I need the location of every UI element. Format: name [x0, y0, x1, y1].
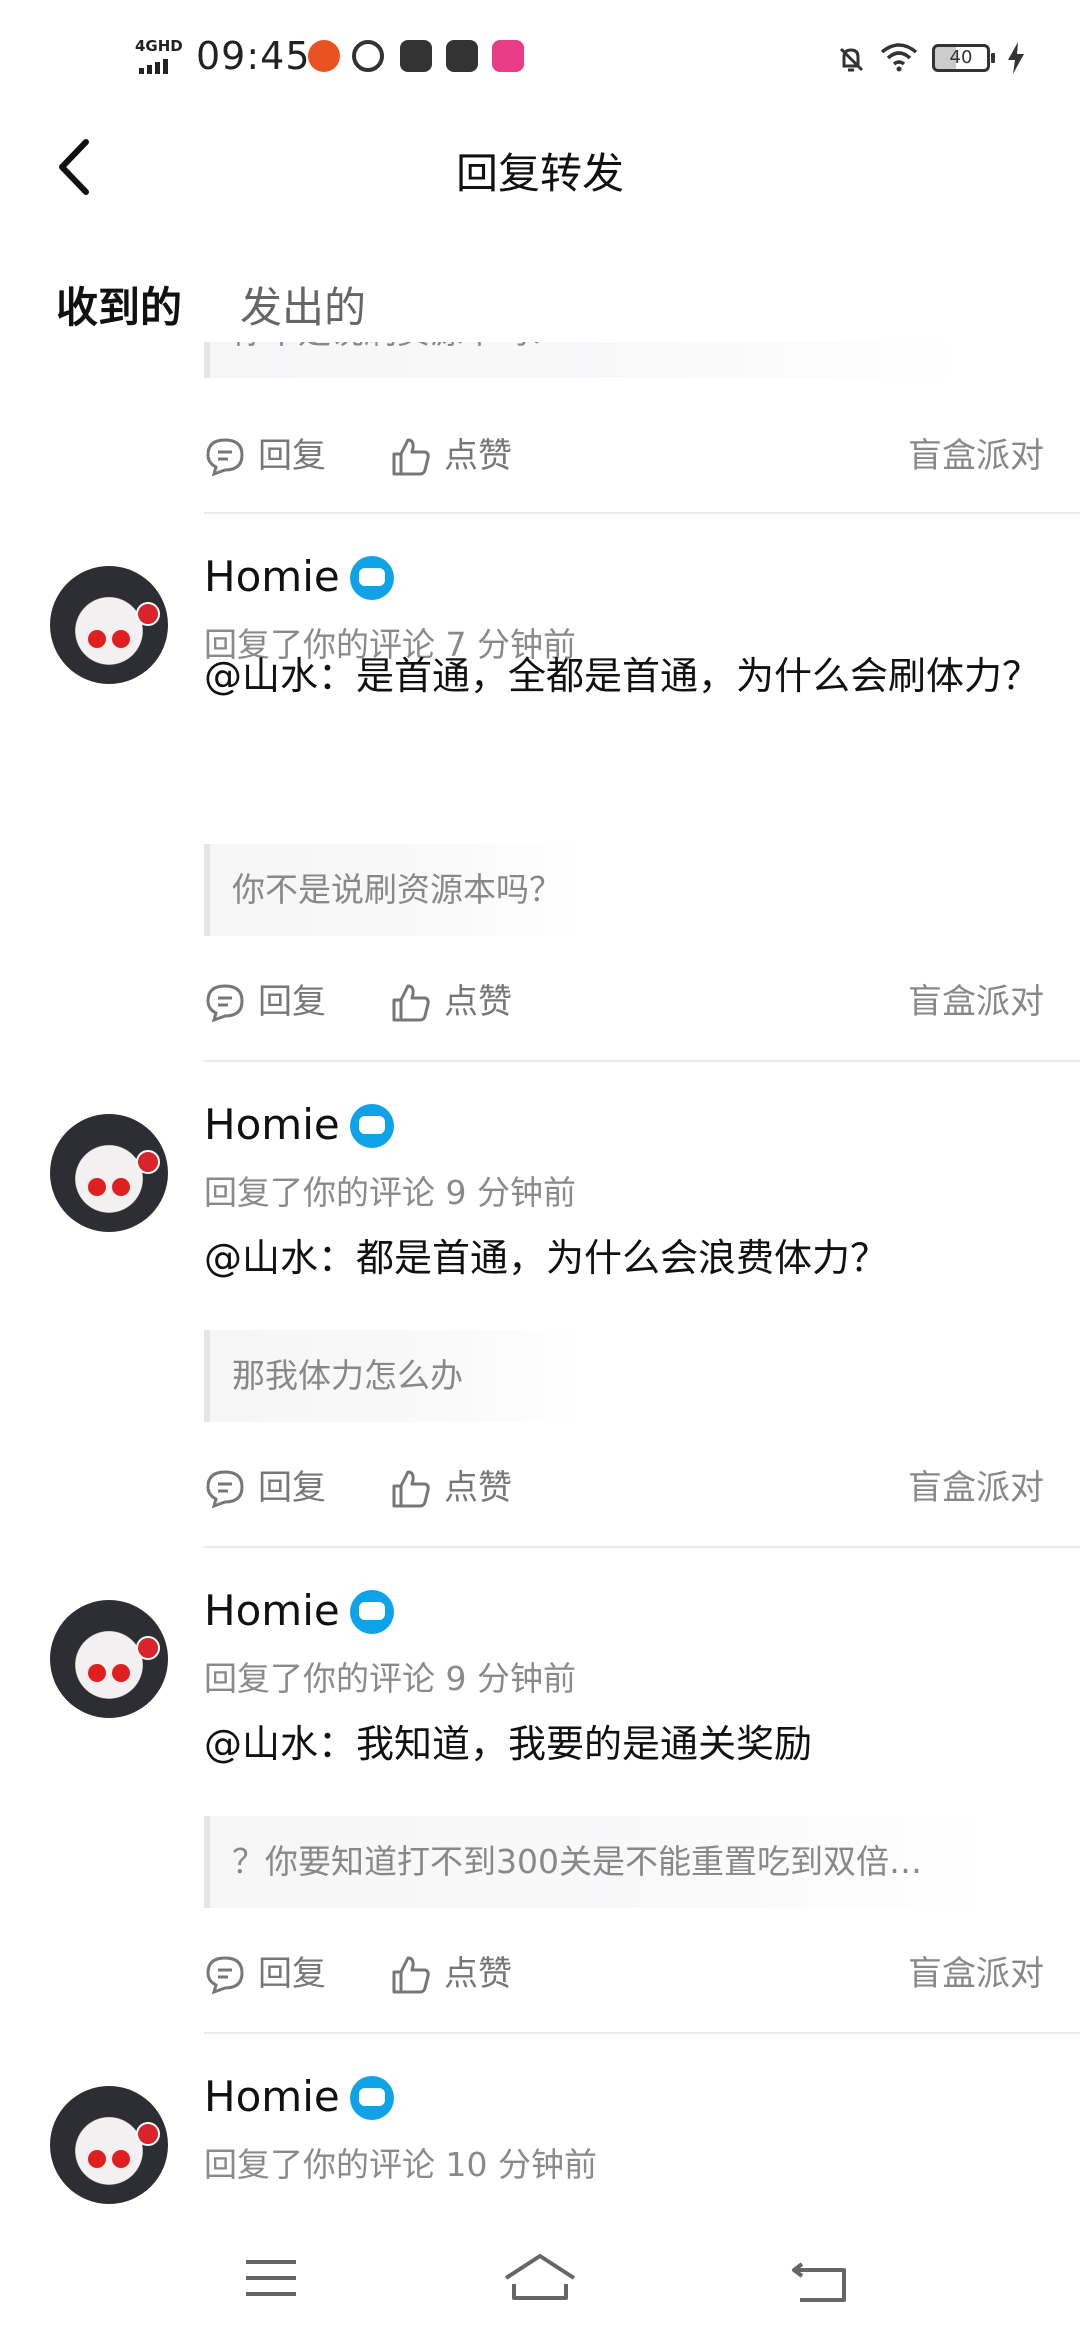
network-indicator: 4GHD: [135, 38, 183, 74]
like-button[interactable]: 点赞: [390, 1458, 530, 1518]
tab-bar: 收到的 发出的: [0, 262, 1080, 342]
battery-indicator: 40: [932, 44, 995, 72]
reply-meta: 回复了你的评论 9 分钟前: [204, 1173, 576, 1212]
mute-bell-icon: [839, 47, 864, 72]
thumbs-up-icon: [392, 1956, 430, 1994]
home-icon: [504, 2254, 576, 2300]
like-label: 点赞: [444, 1954, 512, 1994]
app-notification-icon: [308, 40, 340, 72]
like-label: 点赞: [444, 436, 512, 476]
menu-icon: [246, 2260, 296, 2296]
app-notification-icon: [352, 40, 384, 72]
comment-icon: [206, 438, 244, 477]
return-icon: [792, 2262, 846, 2302]
status-bar: 4GHD 09:45 40: [0, 0, 1080, 110]
game-badge-icon: [350, 1104, 394, 1148]
source-link[interactable]: 盲盒派对: [908, 1458, 1044, 1518]
like-button[interactable]: 点赞: [390, 426, 530, 486]
like-button[interactable]: 点赞: [390, 972, 530, 1032]
quoted-comment[interactable]: 你不是说刷资源本吗？: [204, 342, 964, 378]
source-link[interactable]: 盲盒派对: [908, 426, 1044, 486]
reply-feed[interactable]: 你不是说刷资源本吗？ 回复 点赞 盲盒派对 Homie 回复了你的评论 7 分钟…: [0, 342, 1080, 2222]
thumbs-up-icon: [392, 984, 430, 1022]
avatar[interactable]: [50, 566, 168, 684]
reply-item-partial: 你不是说刷资源本吗？ 回复 点赞 盲盒派对: [0, 342, 1080, 514]
system-status: 40: [820, 40, 1080, 74]
action-row: 回复 点赞 盲盒派对: [204, 972, 1044, 1032]
action-row: 回复 点赞 盲盒派对: [204, 426, 1044, 486]
menu-button[interactable]: [232, 2244, 312, 2314]
game-badge-icon: [350, 1590, 394, 1634]
reply-button[interactable]: 回复: [204, 426, 344, 486]
reply-item[interactable]: Homie 回复了你的评论 7 分钟前 @山水：是首通，全都是首通，为什么会刷体…: [0, 514, 1080, 1062]
comment-icon: [206, 984, 244, 1023]
comment-icon: [206, 1956, 244, 1995]
system-nav-bar: [0, 2222, 1080, 2340]
app-notification-icon: [492, 40, 524, 72]
comment-icon: [206, 1470, 244, 1509]
tab-sent[interactable]: 发出的: [240, 274, 366, 335]
avatar[interactable]: [50, 2086, 168, 2204]
avatar[interactable]: [50, 1600, 168, 1718]
reply-item[interactable]: Homie 回复了你的评论 10 分钟前: [0, 2034, 1080, 2222]
page-title: 回复转发: [455, 149, 624, 198]
thumbs-up-icon: [392, 1470, 430, 1508]
network-type: 4GHD: [135, 37, 183, 55]
reply-content[interactable]: @山水：我知道，我要的是通关奖励: [204, 1714, 1044, 1774]
reply-content[interactable]: @山水：是首通，全都是首通，为什么会刷体力？: [204, 646, 1044, 706]
status-time: 09:45: [196, 34, 311, 78]
reply-item[interactable]: Homie 回复了你的评论 9 分钟前 @山水：都是首通，为什么会浪费体力？ 那…: [0, 1062, 1080, 1548]
action-row: 回复 点赞 盲盒派对: [204, 1458, 1044, 1518]
quoted-comment[interactable]: ？你要知道打不到300关是不能重置吃到双倍…: [204, 1816, 994, 1908]
like-label: 点赞: [444, 1468, 512, 1508]
app-header: 回复转发: [0, 110, 1080, 230]
reply-label: 回复: [258, 1468, 326, 1508]
like-button[interactable]: 点赞: [390, 1944, 530, 2004]
charging-icon: [1008, 42, 1024, 74]
back-nav-button[interactable]: [780, 2244, 860, 2314]
reply-button[interactable]: 回复: [204, 1944, 344, 2004]
username[interactable]: Homie: [204, 552, 340, 601]
home-button[interactable]: [500, 2244, 580, 2314]
reply-content[interactable]: @山水：都是首通，为什么会浪费体力？: [204, 1228, 1044, 1288]
reply-label: 回复: [258, 1954, 326, 1994]
action-row: 回复 点赞 盲盒派对: [204, 1944, 1044, 2004]
app-notification-icon: [446, 40, 478, 72]
reply-item[interactable]: Homie 回复了你的评论 9 分钟前 @山水：我知道，我要的是通关奖励 ？你要…: [0, 1548, 1080, 2034]
wifi-icon: [880, 43, 918, 72]
source-link[interactable]: 盲盒派对: [908, 972, 1044, 1032]
quoted-comment[interactable]: 那我体力怎么办: [204, 1330, 584, 1422]
username[interactable]: Homie: [204, 1100, 340, 1149]
tab-received[interactable]: 收到的: [56, 274, 182, 335]
username[interactable]: Homie: [204, 1586, 340, 1635]
avatar[interactable]: [50, 1114, 168, 1232]
app-notification-icon: [400, 40, 432, 72]
thumbs-up-icon: [392, 438, 430, 476]
source-link[interactable]: 盲盒派对: [908, 1944, 1044, 2004]
reply-button[interactable]: 回复: [204, 1458, 344, 1518]
reply-label: 回复: [258, 436, 326, 476]
reply-label: 回复: [258, 982, 326, 1022]
game-badge-icon: [350, 2076, 394, 2120]
reply-button[interactable]: 回复: [204, 972, 344, 1032]
quoted-comment[interactable]: 你不是说刷资源本吗？: [204, 844, 584, 936]
username[interactable]: Homie: [204, 2072, 340, 2121]
signal-icon: [139, 58, 171, 74]
reply-meta: 回复了你的评论 9 分钟前: [204, 1659, 576, 1698]
like-label: 点赞: [444, 982, 512, 1022]
game-badge-icon: [350, 556, 394, 600]
reply-meta: 回复了你的评论 10 分钟前: [204, 2145, 597, 2184]
